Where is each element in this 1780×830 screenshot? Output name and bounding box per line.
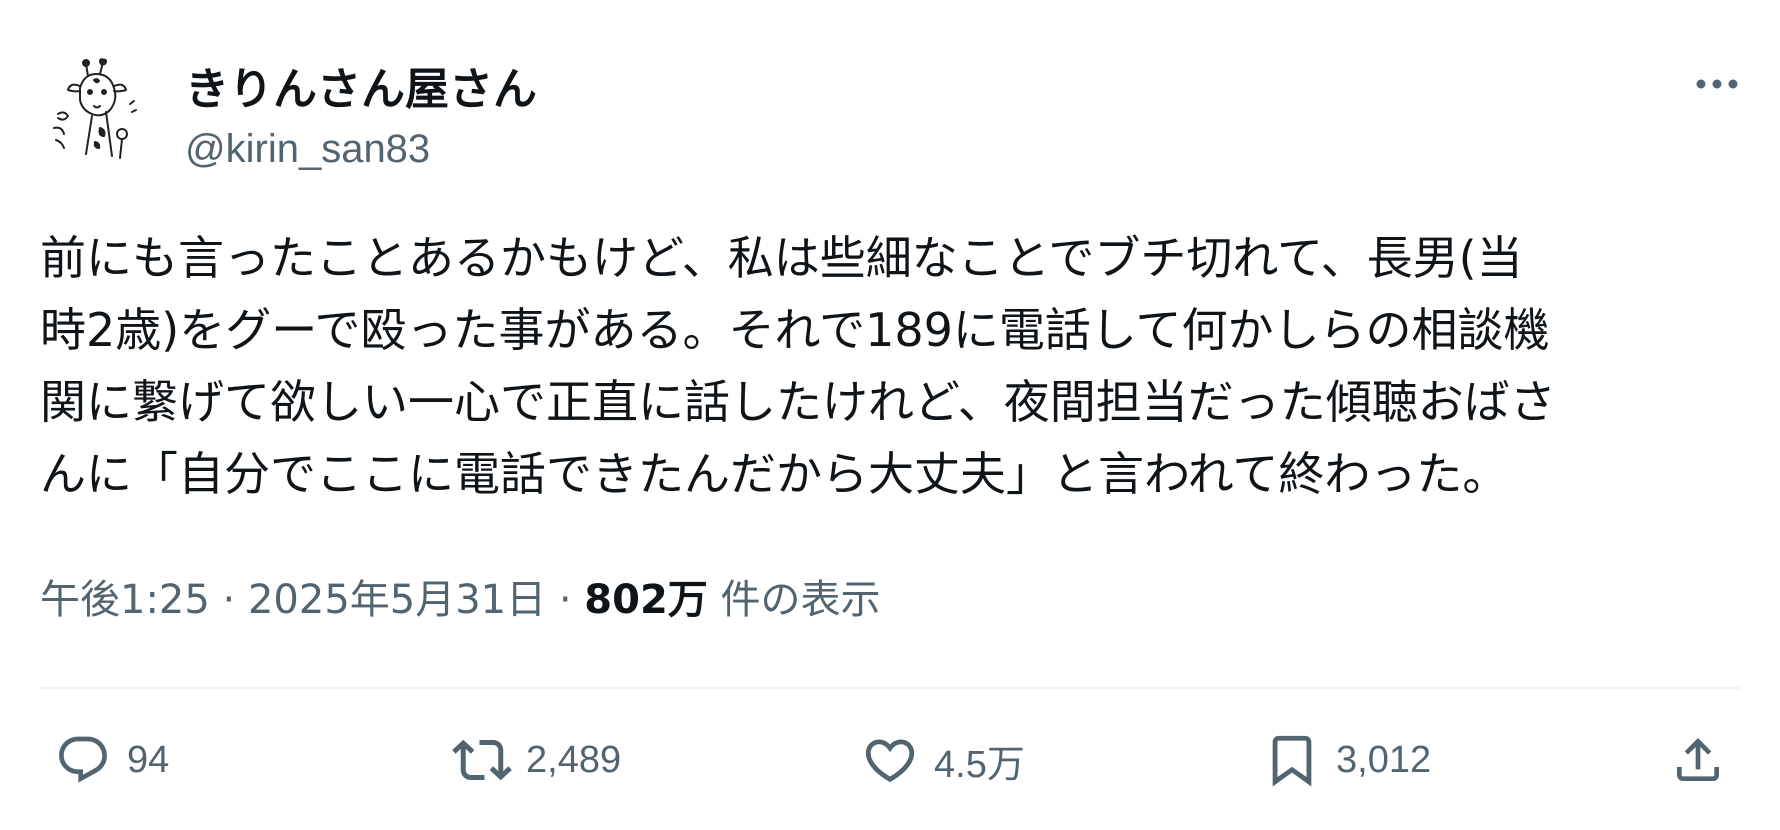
views-count[interactable]: 802万 (584, 577, 708, 623)
post-text: 前にも言ったことあるかもけど、私は些細なことでブチ切れて、長男(当 時2歳)をグ… (40, 231, 1556, 501)
tweet-card: きりんさん屋さん @kirin_san83 前にも言ったことあるかもけど、私は些… (0, 0, 1780, 830)
post-date[interactable]: 2025年5月31日 (248, 577, 546, 623)
author-display-name[interactable]: きりんさん屋さん (185, 62, 537, 118)
heart-icon (860, 730, 920, 790)
meta-separator: · (558, 577, 572, 623)
retweet-icon (452, 730, 512, 790)
reply-count: 94 (127, 738, 170, 781)
more-options-button[interactable] (1690, 62, 1744, 106)
more-horizontal-icon (1696, 79, 1738, 89)
post-meta: 午後1:25 · 2025年5月31日 · 802万 件の表示 (40, 574, 881, 626)
share-upload-icon (1668, 730, 1728, 790)
bookmark-button[interactable]: 3,012 (1262, 720, 1431, 800)
post-time[interactable]: 午後1:25 (40, 577, 210, 623)
retweet-button[interactable]: 2,489 (452, 720, 621, 800)
reply-button[interactable]: 94 (53, 720, 169, 800)
divider (40, 687, 1740, 689)
share-button[interactable] (1668, 720, 1728, 800)
like-button[interactable]: 4.5万 (860, 720, 1025, 800)
bookmark-count: 3,012 (1336, 738, 1432, 781)
views-label[interactable]: 件の表示 (721, 577, 881, 623)
like-count: 4.5万 (934, 743, 1025, 786)
bookmark-icon (1262, 730, 1322, 790)
reply-bubble-icon (53, 730, 113, 790)
meta-separator: · (222, 577, 236, 623)
author-handle[interactable]: @kirin_san83 (185, 124, 430, 174)
avatar[interactable] (40, 58, 152, 170)
retweet-count: 2,489 (526, 738, 622, 781)
giraffe-avatar-icon (53, 58, 137, 159)
action-bar: 94 2,489 4.5万 3,012 (0, 720, 1780, 800)
